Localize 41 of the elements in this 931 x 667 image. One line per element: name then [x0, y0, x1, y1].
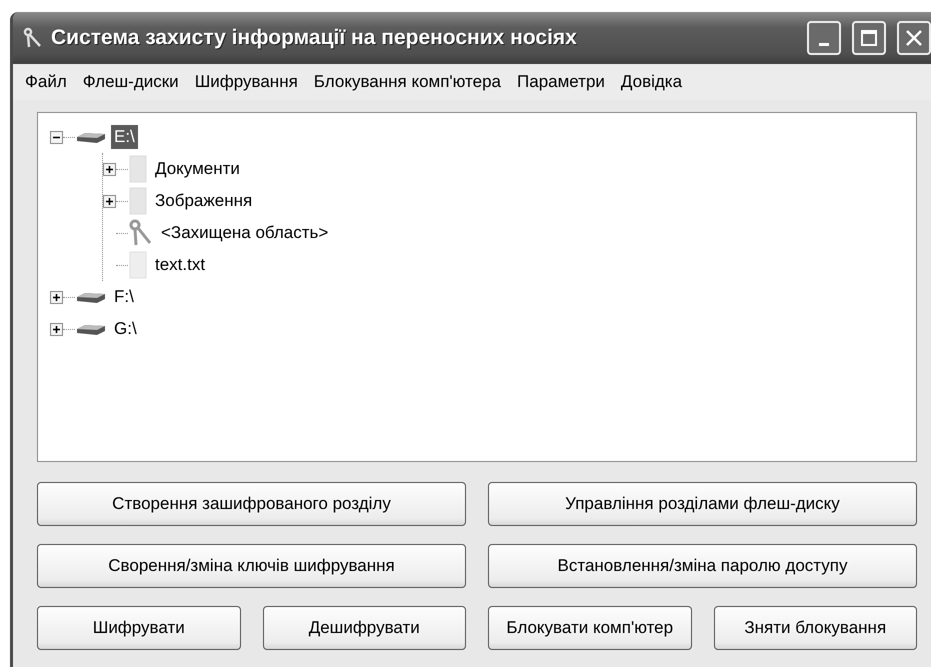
menu-item[interactable]: Файл — [17, 68, 75, 96]
menu-item[interactable]: Блокування комп'ютера — [306, 68, 510, 96]
window-title: Система захисту інформації на переносних носіях — [51, 26, 578, 50]
menu-item[interactable]: Флеш-диски — [74, 68, 187, 96]
tree-item[interactable]: Зображення — [152, 189, 256, 213]
expand-icon[interactable] — [50, 290, 63, 304]
file-icon — [128, 251, 148, 279]
action-button[interactable]: Встановлення/зміна паролю доступу — [488, 544, 917, 588]
expand-icon[interactable] — [103, 162, 116, 176]
minimize-icon — [819, 42, 829, 46]
close-button[interactable] — [897, 21, 931, 55]
keys-icon — [128, 219, 154, 247]
maximize-icon — [860, 29, 878, 47]
action-button[interactable]: Блокувати комп'ютер — [488, 606, 692, 650]
action-button[interactable]: Управління розділами флеш-диску — [488, 482, 917, 526]
document-icon — [128, 187, 148, 215]
expand-icon[interactable] — [103, 194, 116, 208]
drive-icon — [75, 130, 107, 144]
tree-item[interactable]: F:\ — [111, 285, 137, 309]
action-button[interactable]: Зняти блокування — [714, 606, 917, 650]
action-button[interactable]: Сворення/зміна ключів шифрування — [37, 544, 466, 588]
tree-item[interactable]: text.txt — [152, 253, 208, 277]
tree-item[interactable]: G:\ — [111, 317, 140, 341]
close-icon — [905, 29, 923, 47]
drive-icon — [75, 290, 107, 304]
menu-item[interactable]: Шифрування — [186, 68, 306, 96]
menu-item[interactable]: Довідка — [612, 68, 690, 96]
action-button[interactable]: Шифрувати — [37, 606, 240, 650]
collapse-icon[interactable] — [50, 130, 63, 144]
tree-item[interactable]: E:\ — [111, 125, 138, 149]
tree-item[interactable]: <Захищена область> — [158, 221, 332, 245]
action-button[interactable]: Дешифрувати — [262, 606, 466, 650]
action-button[interactable]: Створення зашифрованого розділу — [37, 482, 466, 526]
expand-icon[interactable] — [50, 322, 63, 336]
document-icon — [128, 155, 148, 183]
maximize-button[interactable] — [852, 21, 886, 55]
minimize-button[interactable] — [807, 21, 841, 55]
tree-item[interactable]: Документи — [152, 157, 243, 181]
keys-icon — [23, 27, 43, 49]
menu-item[interactable]: Параметри — [509, 68, 613, 96]
drive-icon — [75, 322, 107, 336]
